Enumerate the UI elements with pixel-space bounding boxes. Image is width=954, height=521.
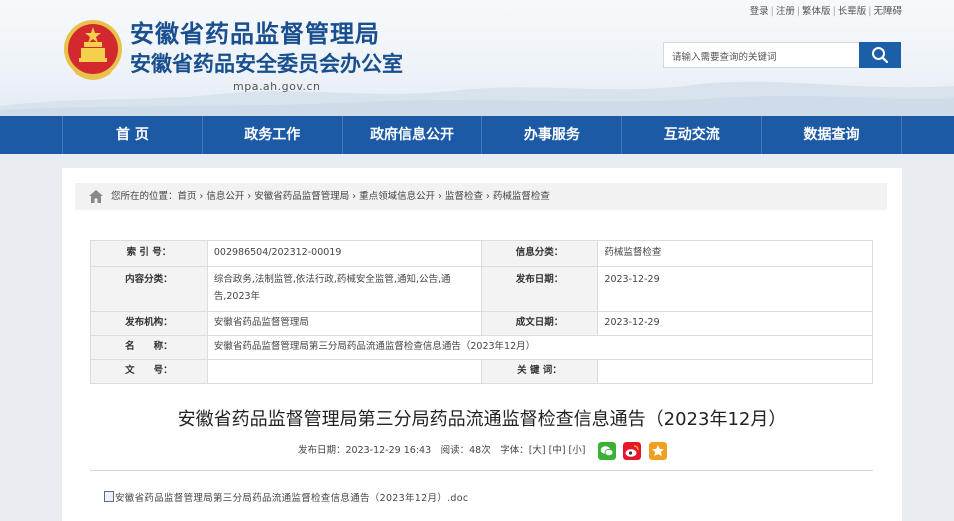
info-table: 索 引 号： 002986504/202312-00019 信息分类： 药械监督… bbox=[90, 240, 874, 384]
docno-value bbox=[206, 359, 482, 384]
breadcrumb-item[interactable]: 安徽省药品监督管理局 bbox=[254, 191, 349, 202]
content-panel: 您所在的位置：首页 › 信息公开 › 安徽省药品监督管理局 › 重点领域信息公开… bbox=[62, 168, 902, 521]
nav-services[interactable]: 办事服务 bbox=[481, 116, 621, 154]
nav-data-query[interactable]: 数据查询 bbox=[761, 116, 902, 154]
attachment-filename[interactable]: 安徽省药品监督管理局第三分局药品流通监督检查信息通告（2023年12月）.doc bbox=[115, 493, 468, 504]
search-icon bbox=[872, 47, 889, 64]
nav-government-work[interactable]: 政务工作 bbox=[201, 116, 342, 154]
breadcrumb-item[interactable]: 信息公开 bbox=[206, 191, 244, 202]
site-subtitle: 安徽省药品安全委员会办公室 bbox=[130, 52, 403, 76]
search-input[interactable]: 请输入需要查询的关键词 bbox=[663, 42, 860, 68]
top-links: 登录 | 注册 | 繁体版 | 长辈版 | 无障碍 bbox=[750, 3, 902, 17]
nav-info-disclosure[interactable]: 政府信息公开 bbox=[341, 116, 482, 154]
traditional-link[interactable]: 繁体版 bbox=[802, 6, 831, 17]
created-value: 2023-12-29 bbox=[597, 311, 873, 336]
keyword-label: 关 键 词： bbox=[480, 359, 599, 384]
breadcrumb-separator: › bbox=[349, 191, 360, 202]
accessibility-link[interactable]: 无障碍 bbox=[873, 6, 902, 17]
main-nav: 首 页 政务工作 政府信息公开 办事服务 互动交流 数据查询 bbox=[0, 116, 954, 154]
table-row: 文 号： 关 键 词： bbox=[90, 359, 873, 384]
index-label: 索 引 号： bbox=[90, 240, 208, 267]
document-icon bbox=[104, 491, 114, 502]
breadcrumb: 您所在的位置：首页 › 信息公开 › 安徽省药品监督管理局 › 重点领域信息公开… bbox=[75, 183, 887, 210]
breadcrumb-item[interactable]: 药械监督检查 bbox=[493, 191, 550, 202]
index-value: 002986504/202312-00019 bbox=[206, 240, 482, 267]
elderly-link[interactable]: 长辈版 bbox=[838, 6, 867, 17]
breadcrumb-item[interactable]: 首页 bbox=[178, 191, 197, 202]
article-title: 安徽省药品监督管理局第三分局药品流通监督检查信息通告（2023年12月） bbox=[177, 409, 787, 430]
favorite-star-icon[interactable] bbox=[649, 442, 667, 460]
register-link[interactable]: 注册 bbox=[776, 6, 795, 17]
keyword-value bbox=[597, 359, 873, 384]
table-row: 发布机构： 安徽省药品监督管理局 成文日期： 2023-12-29 bbox=[90, 311, 873, 336]
table-row: 索 引 号： 002986504/202312-00019 信息分类： 药械监督… bbox=[90, 240, 873, 267]
mountain-background bbox=[0, 81, 954, 116]
separator: | bbox=[868, 6, 872, 17]
weibo-share-icon[interactable] bbox=[623, 442, 641, 460]
breadcrumb-separator: › bbox=[482, 191, 493, 202]
publish-value: 2023-12-29 bbox=[597, 266, 873, 312]
attachment-link[interactable]: 安徽省药品监督管理局第三分局药品流通监督检查信息通告（2023年12月）.doc bbox=[104, 490, 468, 504]
breadcrumb-item[interactable]: 重点领域信息公开 bbox=[359, 191, 435, 202]
breadcrumb-prefix: 您所在的位置： bbox=[111, 191, 178, 202]
article-meta: 发布日期：2023-12-29 16:43 阅读：48次 字体：[大] [中] … bbox=[298, 445, 586, 456]
login-link[interactable]: 登录 bbox=[750, 6, 769, 17]
content-label: 内容分类： bbox=[90, 266, 208, 312]
category-label: 信息分类： bbox=[480, 240, 599, 267]
separator: | bbox=[770, 6, 774, 17]
separator: | bbox=[796, 6, 801, 17]
breadcrumb-separator: › bbox=[435, 191, 445, 202]
publish-label: 发布日期： bbox=[480, 266, 599, 312]
home-icon bbox=[89, 190, 103, 203]
breadcrumb-item[interactable]: 监督检查 bbox=[445, 191, 483, 202]
created-label: 成文日期： bbox=[480, 311, 599, 336]
nav-home[interactable]: 首 页 bbox=[62, 116, 202, 154]
nav-interaction[interactable]: 互动交流 bbox=[621, 116, 761, 154]
org-label: 发布机构： bbox=[90, 311, 208, 336]
table-row: 名 称： 安徽省药品监督管理局第三分局药品流通监督检查信息通告（2023年12月… bbox=[90, 335, 874, 360]
docno-label: 文 号： bbox=[90, 359, 208, 384]
wechat-share-icon[interactable] bbox=[598, 442, 616, 460]
site-title: 安徽省药品监督管理局 bbox=[130, 20, 380, 48]
separator: | bbox=[832, 6, 836, 17]
site-domain: mpa.ah.gov.cn bbox=[233, 80, 321, 93]
national-emblem-icon bbox=[64, 20, 122, 80]
category-value: 药械监督检查 bbox=[597, 240, 873, 267]
site-header: 安徽省药品监督管理局 安徽省药品安全委员会办公室 mpa.ah.gov.cn 登… bbox=[0, 0, 954, 116]
name-value: 安徽省药品监督管理局第三分局药品流通监督检查信息通告（2023年12月） bbox=[206, 335, 874, 360]
table-row: 内容分类： 综合政务,法制监管,依法行政,药械安全监管,通知,公告,通告,202… bbox=[90, 266, 873, 312]
content-value: 综合政务,法制监管,依法行政,药械安全监管,通知,公告,通告,2023年 bbox=[206, 266, 482, 312]
name-label: 名 称： bbox=[90, 335, 208, 360]
breadcrumb-separator: › bbox=[196, 191, 207, 202]
divider bbox=[90, 470, 873, 471]
org-value: 安徽省药品监督管理局 bbox=[206, 311, 482, 336]
search-button[interactable] bbox=[859, 42, 901, 68]
breadcrumb-separator: › bbox=[244, 191, 255, 202]
